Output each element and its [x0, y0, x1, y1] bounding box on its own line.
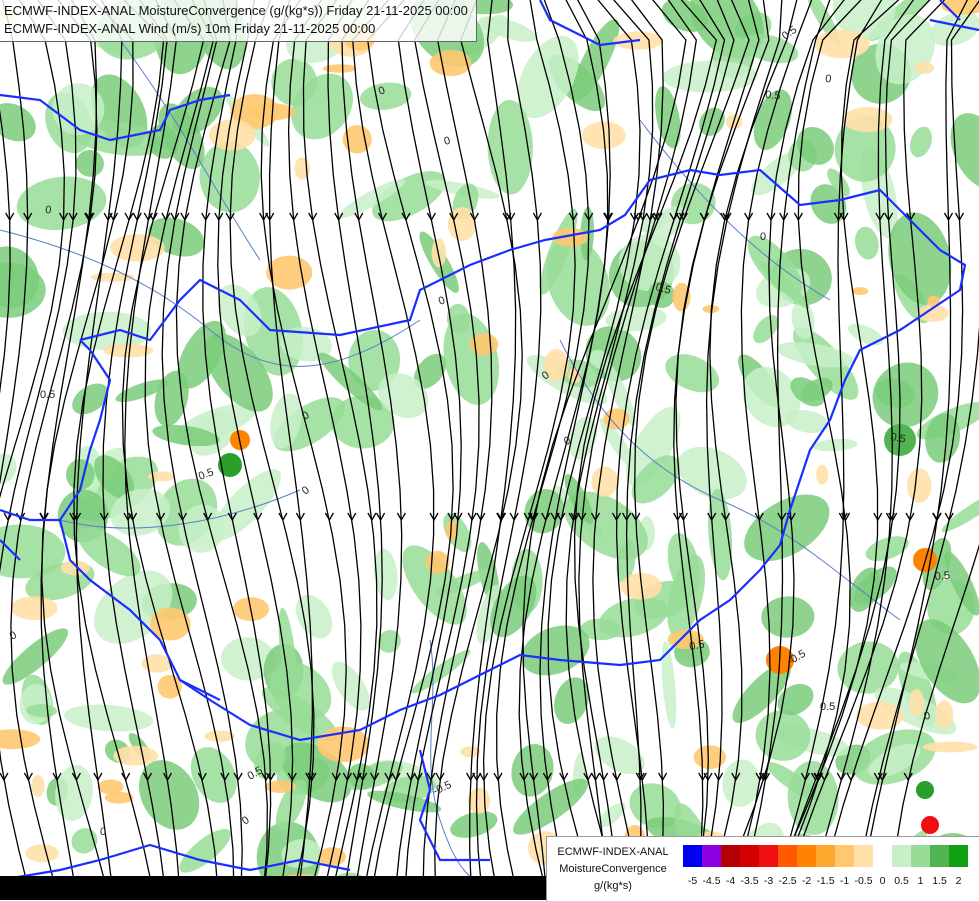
contour-label: 0: [760, 231, 766, 243]
legend-tick-label: 0: [880, 875, 886, 887]
legend-swatch: [759, 845, 778, 867]
legend-tick-label: -3: [764, 875, 773, 887]
convergence-negative-area: [935, 701, 953, 729]
legend-unit: g/(kg*s): [547, 880, 679, 893]
contour-label: 0.5: [765, 89, 781, 102]
legend-swatch: [854, 845, 873, 867]
convergence-negative-area: [113, 746, 158, 766]
convergence-negative-area: [915, 62, 935, 74]
legend-swatch: [721, 845, 740, 867]
title-wind: ECMWF-INDEX-ANAL Wind (m/s) 10m Friday 2…: [4, 20, 468, 38]
legend-tick-label: -5: [688, 875, 697, 887]
legend-model: ECMWF-INDEX-ANAL: [547, 846, 679, 859]
convergence-negative-area: [468, 788, 490, 814]
legend-tick-label: -2: [802, 875, 811, 887]
contour-label: 0: [825, 73, 832, 85]
convergence-negative-area: [98, 780, 124, 795]
bottom-dark-band: [0, 876, 546, 900]
legend-swatches: [683, 845, 968, 867]
legend-tick-label: 1: [918, 875, 924, 887]
convergence-negative-area: [432, 238, 447, 267]
legend-field: MoistureConvergence: [547, 863, 679, 876]
legend-tick-label: 0.5: [894, 875, 909, 887]
map-title-box: ECMWF-INDEX-ANAL MoistureConvergence (g/…: [0, 0, 477, 42]
legend-tick-label: -4.5: [702, 875, 720, 887]
legend-ticks: -5 -4.5 -4 -3.5 -3 -2.5 -2 -1.5 -1 -0.5 0 0.5 1 1.5 2: [683, 875, 973, 889]
legend-tick-label: -1.5: [816, 875, 834, 887]
legend-tick-label: -0.5: [854, 875, 872, 887]
convergence-negative-area: [852, 287, 869, 295]
legend-tick-label: -3.5: [740, 875, 758, 887]
contour-label: 0: [45, 204, 52, 216]
legend-swatch: [911, 845, 930, 867]
legend-swatch: [835, 845, 854, 867]
legend-tick-label: 1.5: [932, 875, 947, 887]
convergence-extreme-spot: [916, 781, 934, 799]
legend-tick-label: -1: [840, 875, 849, 887]
convergence-negative-area: [909, 689, 924, 717]
legend-swatch: [778, 845, 797, 867]
convergence-negative-area: [907, 468, 931, 503]
color-legend: ECMWF-INDEX-ANAL MoistureConvergence g/(…: [546, 836, 979, 901]
convergence-negative-area: [61, 560, 90, 575]
moisture-convergence-map: 0.5000.5000.5000.500.5000.50.500-0.50.5-…: [0, 0, 979, 900]
legend-swatch: [930, 845, 949, 867]
legend-swatch: [702, 845, 721, 867]
legend-swatch: [797, 845, 816, 867]
contour-label: 0.5: [934, 570, 950, 583]
legend-swatch: [892, 845, 911, 867]
legend-swatch: [740, 845, 759, 867]
contour-label: 0.5: [820, 701, 835, 713]
convergence-negative-area: [11, 596, 58, 620]
convergence-negative-area: [25, 844, 59, 862]
convergence-negative-area: [430, 50, 472, 76]
legend-swatch: [949, 845, 968, 867]
convergence-negative-area: [923, 742, 977, 753]
contour-label: 0.5: [40, 389, 55, 401]
legend-swatch: [683, 845, 702, 867]
legend-tick-label: -2.5: [778, 875, 796, 887]
legend-swatch: [873, 845, 892, 867]
legend-swatch: [816, 845, 835, 867]
convergence-extreme-spot: [921, 816, 939, 834]
convergence-negative-area: [591, 466, 617, 496]
title-moisture-convergence: ECMWF-INDEX-ANAL MoistureConvergence (g/…: [4, 2, 468, 20]
convergence-negative-area: [856, 702, 903, 730]
convergence-negative-area: [816, 465, 828, 485]
convergence-negative-area: [31, 775, 44, 797]
legend-tick-label: 2: [956, 875, 962, 887]
legend-tick-label: -4: [726, 875, 735, 887]
contour-label: 0: [100, 826, 106, 838]
